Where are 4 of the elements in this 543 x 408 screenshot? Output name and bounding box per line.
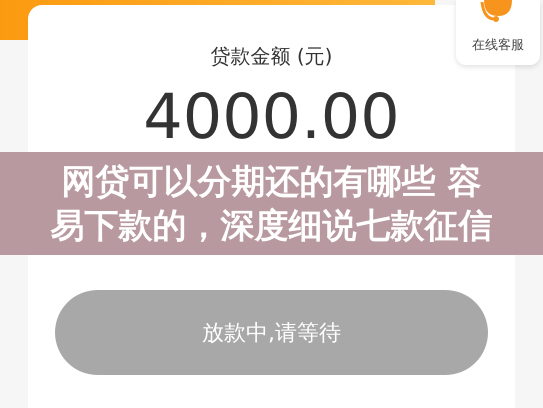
amount-label: 贷款金额 (元) <box>210 43 332 70</box>
loan-amount: 4000.00 <box>143 86 400 148</box>
banner-title: 网贷可以分期还的有哪些 容易下款的，深度细说七款征信 <box>50 160 494 248</box>
support-button[interactable]: 在线客服 <box>456 0 540 65</box>
